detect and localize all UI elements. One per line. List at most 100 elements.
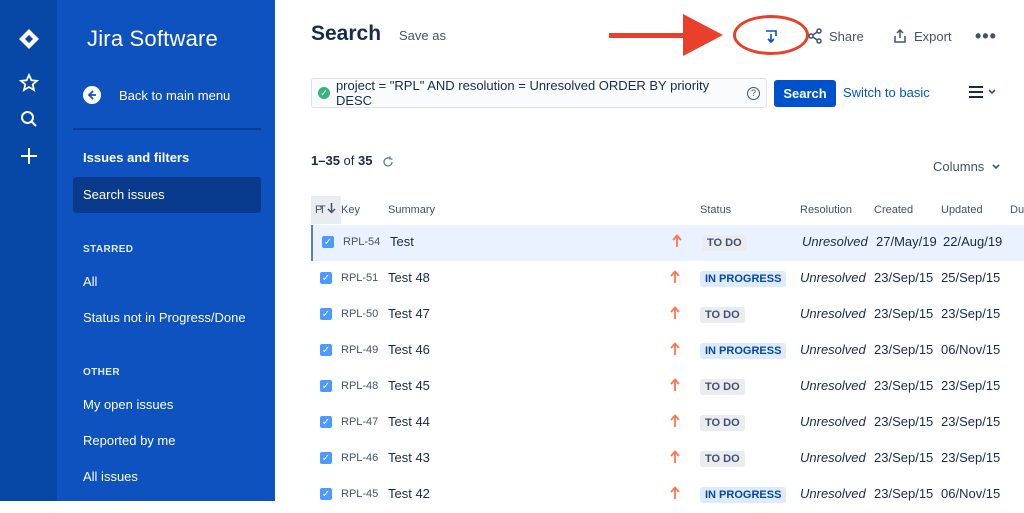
jql-query-input[interactable]: ✓ project = "RPL" AND resolution = Unres… [311,78,767,108]
issue-summary-link[interactable]: Test 48 [388,270,430,285]
col-updated-header[interactable]: Updated [941,204,983,216]
issue-key-link[interactable]: RPL-54 [343,236,380,248]
col-key-header[interactable]: Key [341,204,360,216]
results-range: 1–35 [311,153,340,168]
status-lozenge: TO DO [700,379,745,395]
search-button[interactable]: Search [774,80,836,107]
task-type-icon: ✓ [322,236,334,248]
save-as-button[interactable]: Save as [399,28,446,43]
sidebar-item-my-open-issues[interactable]: My open issues [73,387,261,423]
star-icon[interactable] [16,70,42,96]
chevron-down-icon [992,164,1000,170]
col-created-header[interactable]: Created [874,204,913,216]
issue-key-link[interactable]: RPL-49 [341,344,378,356]
sidebar-item-all-issues[interactable]: All issues [73,459,261,495]
table-row[interactable]: ✓ RPL-48 Test 45 TO DO Unresolved 23/Sep/15 23… [311,369,1024,405]
table-header: T Key Summary P Status Resolution Create… [311,196,1024,224]
status-lozenge: TO DO [702,235,747,251]
valid-query-check-icon: ✓ [318,87,330,99]
create-plus-icon[interactable] [16,143,42,169]
columns-dropdown[interactable]: Columns [933,159,1001,174]
issue-key-link[interactable]: RPL-51 [341,272,378,284]
issue-summary-link[interactable]: Test 46 [388,342,430,357]
more-actions-button[interactable]: ••• [975,26,997,47]
annotation-arrow-shaft [609,33,689,38]
switch-to-basic-link[interactable]: Switch to basic [843,85,930,100]
table-row[interactable]: ✓ RPL-49 Test 46 IN PROGRESS Unresolved 23/Se… [311,333,1024,369]
jira-logo-icon[interactable] [16,26,42,52]
annotation-highlight-oval [733,15,809,55]
starred-group-label: STARRED [83,244,134,255]
columns-label: Columns [933,159,985,174]
task-type-icon: ✓ [320,272,332,284]
jql-query-text: project = "RPL" AND resolution = Unresol… [335,78,710,108]
issue-key-link[interactable]: RPL-47 [341,416,378,428]
created-cell: 23/Sep/15 [874,378,934,393]
view-options-button[interactable] [969,86,997,98]
issue-key-link[interactable]: RPL-48 [341,380,378,392]
back-to-main-menu-link[interactable]: Back to main menu [83,86,230,104]
issue-summary-link[interactable]: Test 42 [388,486,430,501]
priority-high-arrow-icon [670,414,680,427]
created-cell: 23/Sep/15 [874,450,934,465]
col-resolution-header[interactable]: Resolution [800,204,852,216]
issues-and-filters-heading: Issues and filters [83,150,190,165]
created-cell: 23/Sep/15 [874,270,934,285]
created-cell: 23/Sep/15 [874,342,934,357]
status-lozenge: IN PROGRESS [700,343,787,359]
table-row[interactable]: ✓ RPL-51 Test 48 IN PROGRESS Unresolved 23/Se… [311,261,1024,297]
results-total: 35 [358,153,373,168]
col-summary-header[interactable]: Summary [388,204,435,216]
search-icon[interactable] [16,106,42,132]
col-status-header[interactable]: Status [700,204,731,216]
product-title: Jira Software [87,26,218,51]
refresh-icon[interactable] [382,156,394,168]
table-row[interactable]: ✓ RPL-46 Test 43 TO DO Unresolved 23/Sep/15 23… [311,441,1024,477]
page-title: Search [311,22,382,45]
priority-high-arrow-icon [670,306,680,319]
sidebar-item-all[interactable]: All [73,264,261,300]
resolution-cell: Unresolved [800,450,866,465]
export-button[interactable]: Export [892,28,952,44]
col-due-header[interactable]: Du [1010,204,1024,216]
results-count: 1–35 of 35 [311,153,394,168]
table-row[interactable]: ✓ RPL-50 Test 47 TO DO Unresolved 23/Sep/15 23… [311,297,1024,333]
help-question-icon[interactable]: ? [747,86,760,100]
chevron-down-icon [988,89,996,95]
status-lozenge: TO DO [700,451,745,467]
issue-key-link[interactable]: RPL-46 [341,452,378,464]
updated-cell: 06/Nov/15 [941,342,1001,357]
issue-summary-link[interactable]: Test 43 [388,450,430,465]
issue-key-link[interactable]: RPL-45 [341,488,378,500]
issue-summary-link[interactable]: Test [390,234,414,249]
task-type-icon: ✓ [320,308,332,320]
other-group-label: OTHER [83,367,120,378]
status-lozenge: TO DO [700,307,745,323]
issue-summary-link[interactable]: Test 44 [388,414,430,429]
sidebar-item-search-issues[interactable]: Search issues [73,177,261,213]
priority-high-arrow-icon [672,234,682,247]
issue-key-link[interactable]: RPL-50 [341,308,378,320]
sidebar-item-status-not-in-progress[interactable]: Status not in Progress/Done [73,300,261,336]
table-row[interactable]: ✓ RPL-47 Test 44 TO DO Unresolved 23/Sep/15 23… [311,405,1024,441]
created-cell: 23/Sep/15 [874,486,934,501]
status-lozenge: IN PROGRESS [700,271,787,287]
export-icon [894,28,906,43]
share-button[interactable]: Share [807,28,864,44]
sidebar-item-reported-by-me[interactable]: Reported by me [73,423,261,459]
issue-summary-link[interactable]: Test 45 [388,378,430,393]
sort-desc-arrow-icon [327,203,336,214]
updated-cell: 23/Sep/15 [941,306,1001,321]
task-type-icon: ✓ [320,488,332,500]
priority-high-arrow-icon [670,342,680,355]
results-of-label: of [343,153,355,168]
resolution-cell: Unresolved [800,486,866,501]
back-to-main-menu-label: Back to main menu [119,87,231,103]
col-priority-header[interactable]: P [311,196,341,224]
table-row[interactable]: ✓ RPL-54 Test TO DO Unresolved 27/May/19 22/Au… [311,225,1024,261]
table-row[interactable]: ✓ RPL-45 Test 42 IN PROGRESS Unresolved 23/Se… [311,477,1024,513]
priority-high-arrow-icon [670,270,680,283]
status-lozenge: TO DO [700,415,745,431]
created-cell: 23/Sep/15 [874,414,934,429]
issue-summary-link[interactable]: Test 47 [388,306,430,321]
